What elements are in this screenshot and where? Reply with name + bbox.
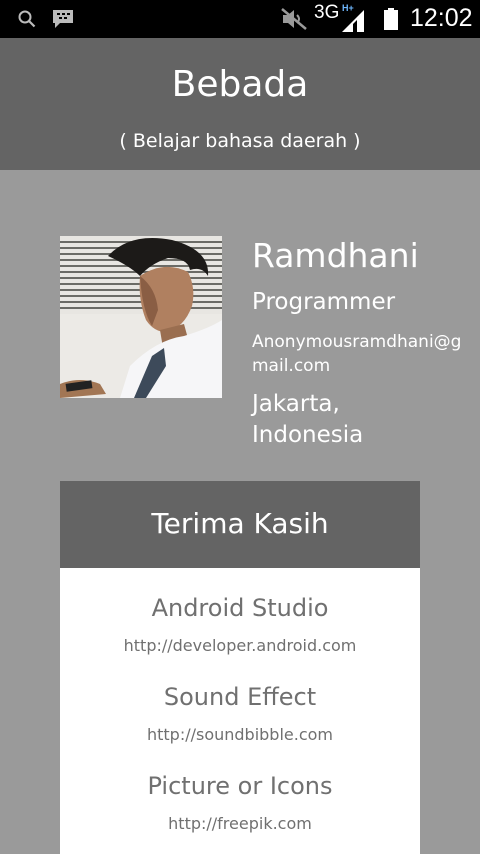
bbm-icon[interactable] [52,9,74,29]
status-bar: 3G H+ 12:02 [0,0,480,38]
profile-photo-image [60,236,222,398]
search-icon[interactable] [18,10,36,28]
credits-title: Terima Kasih [151,507,329,540]
profile-photo [60,236,222,398]
credit-item-link[interactable]: http://soundbibble.com [60,725,420,744]
signal-icon [342,10,364,32]
credit-item-name: Sound Effect [163,683,317,711]
battery-icon [384,8,398,30]
credit-item-link[interactable]: http://freepik.com [60,814,420,833]
profile-name: Ramdhani [252,236,419,275]
profile-role: Programmer [252,289,396,315]
app-title: Bebada [171,64,309,105]
app-header: Bebada ( Belajar bahasa daerah ) [0,38,480,170]
network-type: 3G [314,2,340,23]
credit-item-name: Picture or Icons [147,772,333,800]
clock: 12:02 [410,4,473,32]
credits-list: Android Studio http://developer.android.… [60,568,420,854]
app-subtitle: ( Belajar bahasa daerah ) [119,130,361,152]
credit-item-link[interactable]: http://developer.android.com [60,636,420,655]
credits-header: Terima Kasih [60,481,420,568]
mute-icon [281,8,307,30]
profile-email[interactable]: Anonymousramdhani@gmail.com [252,330,462,378]
profile-location: Jakarta, Indonesia [252,391,364,448]
credit-item-name: Android Studio [151,594,329,622]
